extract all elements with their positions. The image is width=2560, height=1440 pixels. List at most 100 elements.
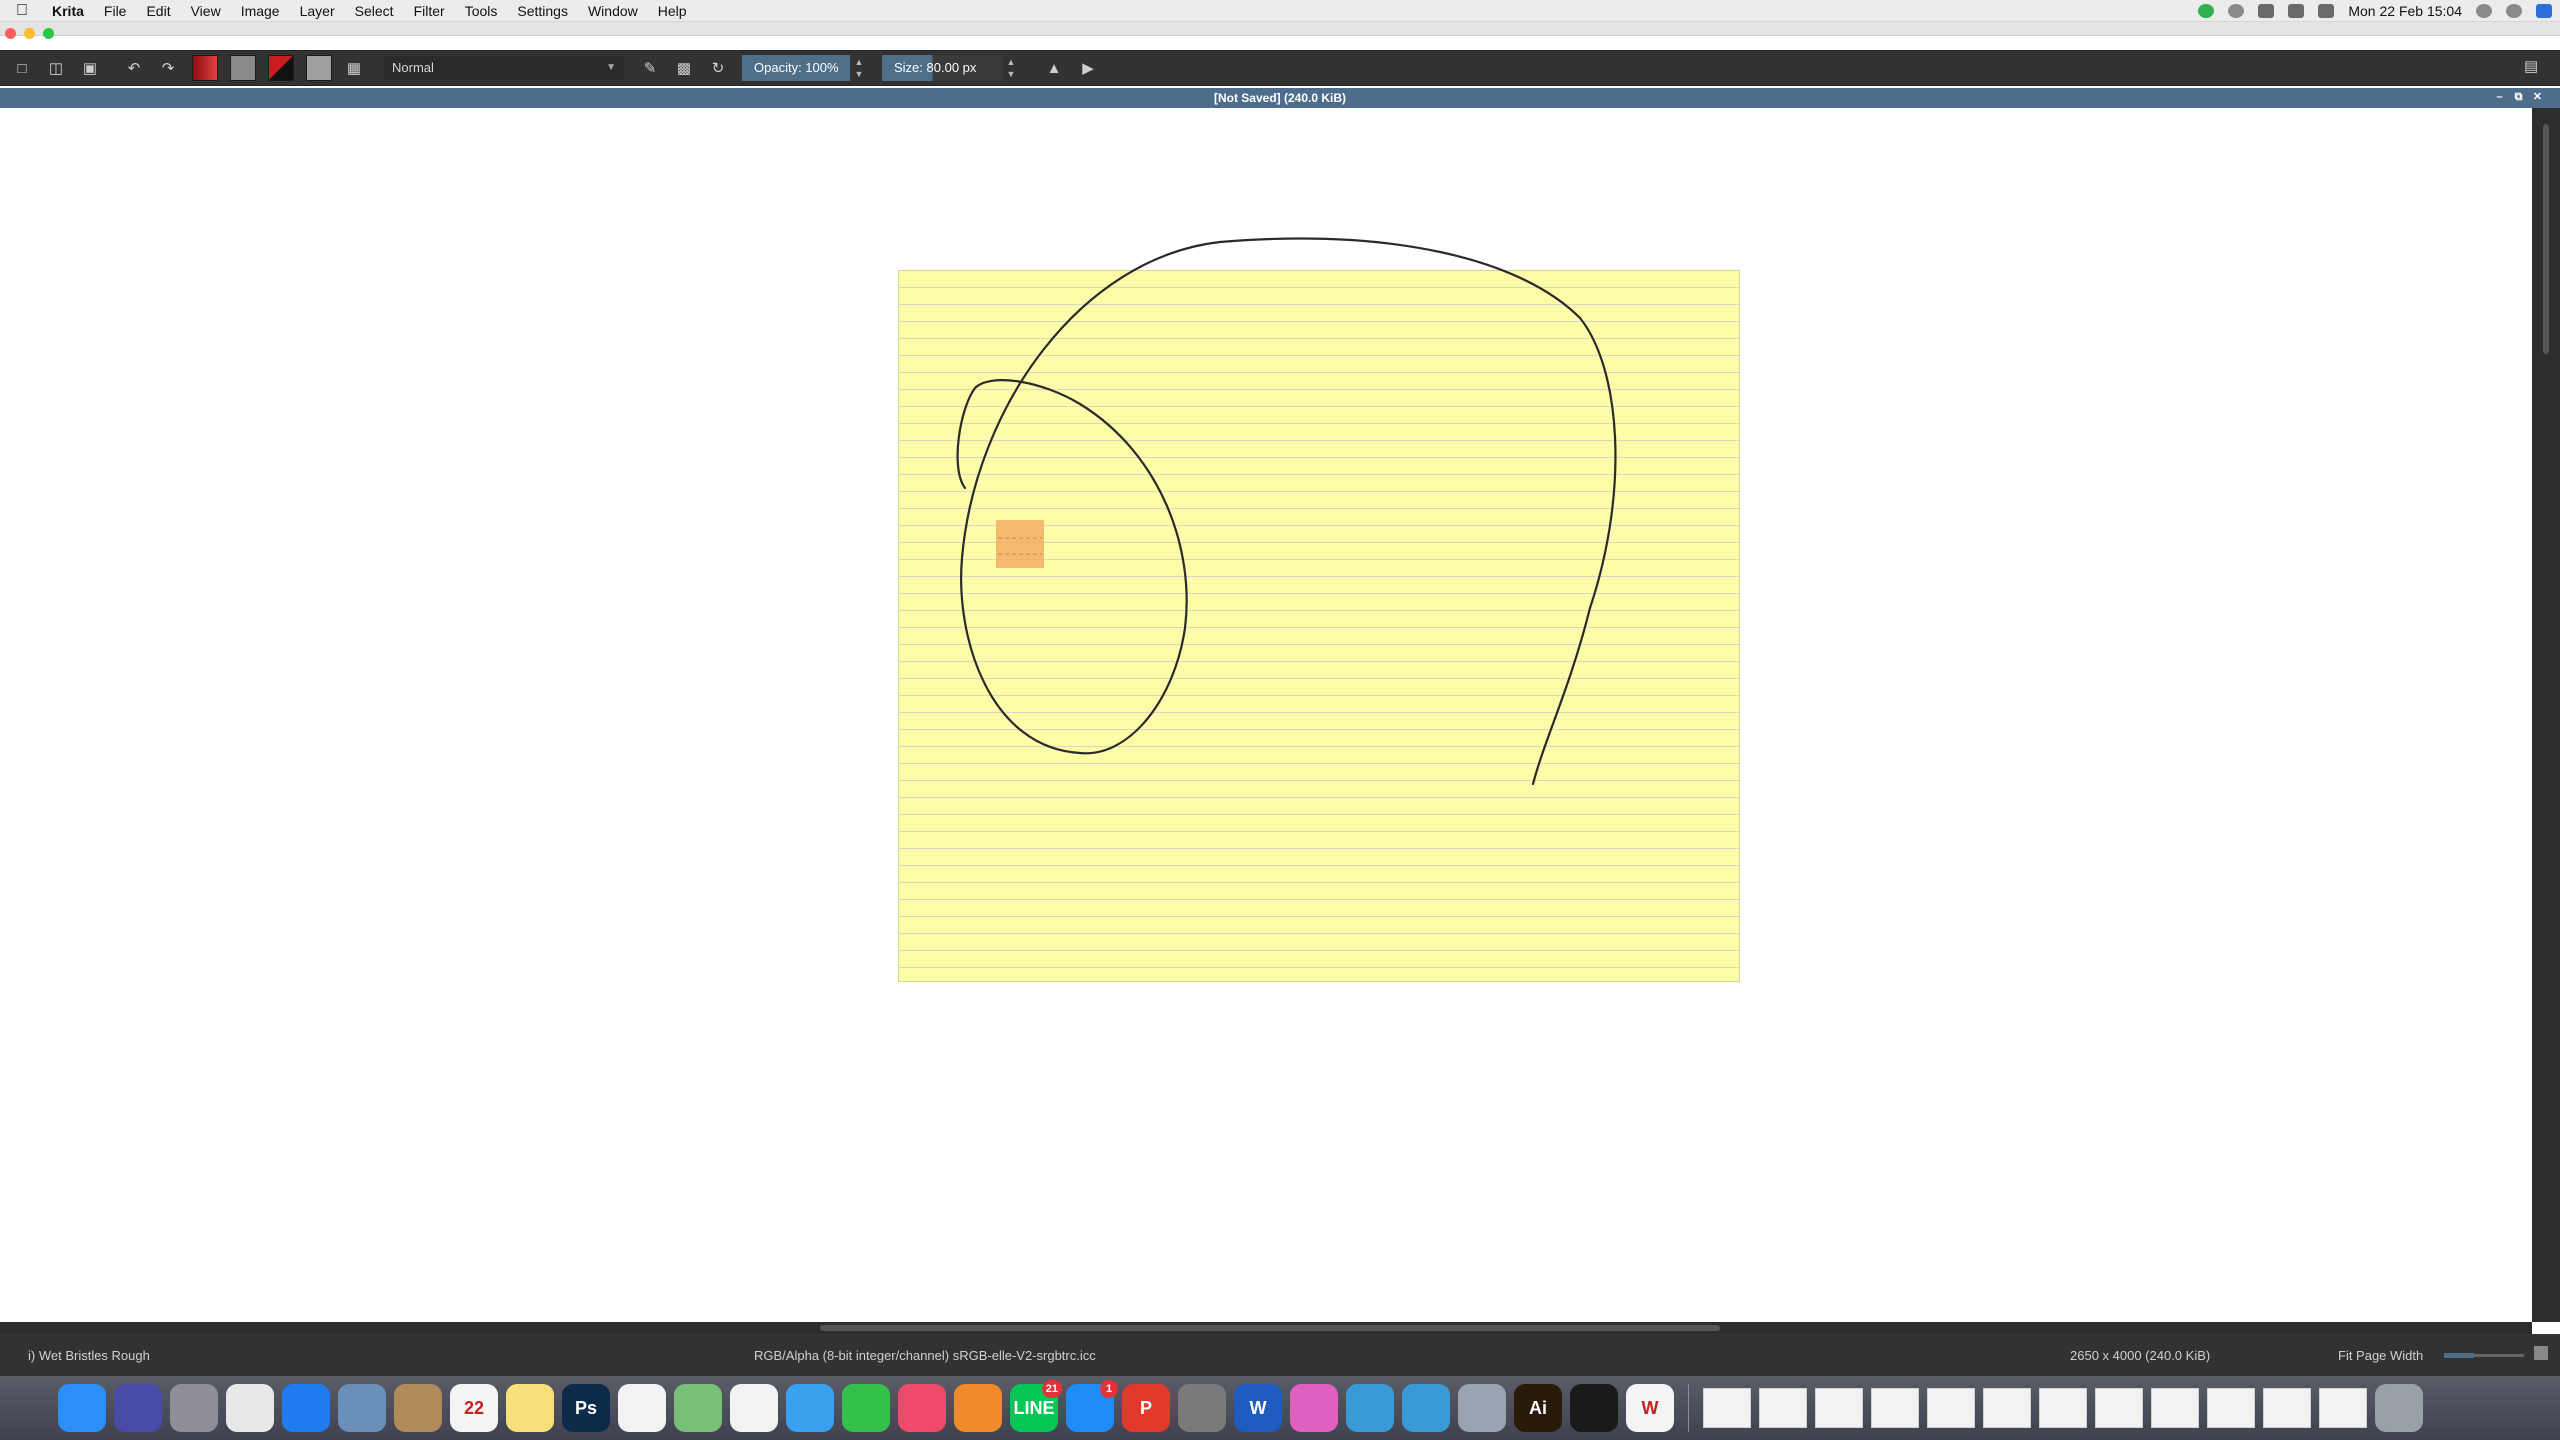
subwindow-restore-icon[interactable]: ⧉ (2512, 91, 2525, 104)
dock-minimized-window[interactable] (1703, 1388, 1751, 1428)
menu-view[interactable]: View (181, 0, 231, 22)
fg-bg-color-swatch[interactable] (268, 55, 294, 81)
dock-minimized-window[interactable] (2207, 1388, 2255, 1428)
horizontal-scroll-thumb[interactable] (820, 1325, 1720, 1331)
brush-presets-grid-icon[interactable]: ▦ (342, 56, 366, 80)
dock-chrome-icon[interactable] (226, 1384, 274, 1432)
dock-contacts-icon[interactable] (394, 1384, 442, 1432)
user-icon[interactable] (2506, 4, 2522, 18)
menu-settings[interactable]: Settings (507, 0, 578, 22)
dock-line-icon[interactable]: LINE 21 (1010, 1380, 1062, 1432)
dock-books-icon[interactable] (954, 1384, 1002, 1432)
reload-preset-icon[interactable]: ↻ (706, 56, 730, 80)
zoom-slider[interactable] (2444, 1353, 2524, 1358)
dock-illustrator-icon[interactable]: Ai (1514, 1384, 1562, 1432)
dock-facetime-icon[interactable] (842, 1384, 890, 1432)
zoom-slider-knob[interactable] (2444, 1353, 2474, 1358)
undo-icon[interactable]: ↶ (122, 56, 146, 80)
wifi-icon[interactable] (2288, 4, 2305, 18)
subwindow-minimize-icon[interactable]: – (2493, 91, 2506, 104)
dock-safari-icon[interactable] (282, 1384, 330, 1432)
canvas-only-toggle-icon[interactable] (2534, 1346, 2548, 1360)
horizontal-scrollbar[interactable] (0, 1322, 2532, 1334)
dock-wps-presentation-icon[interactable]: P (1122, 1384, 1170, 1432)
mirror-horizontal-icon[interactable]: ▲ (1042, 56, 1066, 80)
size-spin-icon[interactable]: ▲ ▼ (1004, 56, 1018, 80)
dock-siri-icon[interactable] (114, 1384, 162, 1432)
new-document-icon[interactable]: □ (10, 56, 34, 80)
dock-maps-icon[interactable] (674, 1384, 722, 1432)
save-document-icon[interactable]: ▣ (78, 56, 102, 80)
dock-music-icon[interactable] (898, 1384, 946, 1432)
menu-edit[interactable]: Edit (136, 0, 180, 22)
opacity-slider[interactable]: Opacity: 100% (742, 55, 850, 81)
blend-mode-select[interactable]: Normal ▼ (384, 56, 624, 80)
dock-image-capture-icon[interactable] (1458, 1384, 1506, 1432)
preserve-alpha-icon[interactable]: ▩ (672, 56, 696, 80)
dock-finder-icon[interactable] (58, 1384, 106, 1432)
dock-reminders-icon[interactable] (618, 1384, 666, 1432)
brush-preset-icon[interactable] (306, 55, 332, 81)
apple-icon[interactable]:  (16, 2, 42, 20)
eraser-mode-icon[interactable]: ✎ (638, 56, 662, 80)
pattern-swatch[interactable] (230, 55, 256, 81)
dockers-menu-icon[interactable]: ▤ (2524, 57, 2546, 79)
dock-system-preferences-icon[interactable] (1178, 1384, 1226, 1432)
menu-help[interactable]: Help (648, 0, 697, 22)
menu-clock[interactable]: Mon 22 Feb 15:04 (2348, 3, 2462, 19)
menu-select[interactable]: Select (345, 0, 404, 22)
zoom-mode[interactable]: Fit Page Width (2338, 1348, 2423, 1363)
redo-icon[interactable]: ↷ (156, 56, 180, 80)
menu-tools[interactable]: Tools (455, 0, 508, 22)
minimize-window-icon[interactable] (24, 28, 35, 39)
dock-preview-icon[interactable] (338, 1384, 386, 1432)
dock-minimized-window[interactable] (1927, 1388, 1975, 1428)
color-profile-info[interactable]: RGB/Alpha (8-bit integer/channel) sRGB-e… (754, 1348, 1096, 1363)
input-source-icon[interactable] (2318, 4, 2335, 18)
dock-acrobat-icon[interactable] (1570, 1384, 1618, 1432)
zoom-window-icon[interactable] (43, 28, 54, 39)
dock-people-icon[interactable] (1346, 1384, 1394, 1432)
close-window-icon[interactable] (5, 28, 16, 39)
dock-photoshop-icon[interactable]: Ps (562, 1384, 610, 1432)
dock-minimized-window[interactable] (2095, 1388, 2143, 1428)
canvas-area[interactable] (0, 108, 2532, 1322)
dock-minimized-window[interactable] (2319, 1388, 2367, 1428)
dock-photos-icon[interactable] (730, 1384, 778, 1432)
menu-window[interactable]: Window (578, 0, 648, 22)
dock-minimized-window[interactable] (1759, 1388, 1807, 1428)
notification-center-icon[interactable] (2536, 4, 2552, 18)
subwindow-close-icon[interactable]: ✕ (2531, 91, 2544, 104)
opacity-spin-icon[interactable]: ▲ ▼ (852, 56, 866, 80)
dock-wps-icon[interactable]: W (1626, 1384, 1674, 1432)
dock-notes-icon[interactable] (506, 1384, 554, 1432)
open-document-icon[interactable]: ◫ (44, 56, 68, 80)
dock-krita-icon[interactable] (1290, 1384, 1338, 1432)
menu-filter[interactable]: Filter (404, 0, 455, 22)
dock-launchpad-icon[interactable] (170, 1384, 218, 1432)
gradient-swatch[interactable] (192, 55, 218, 81)
vertical-scrollbar[interactable] (2532, 108, 2560, 1322)
dock-trash-icon[interactable] (2375, 1384, 2423, 1432)
menu-app-name[interactable]: Krita (42, 0, 94, 22)
line-status-icon[interactable] (2198, 4, 2215, 18)
spotlight-icon[interactable] (2476, 4, 2492, 18)
dock-minimized-window[interactable] (2151, 1388, 2199, 1428)
dock-word-icon[interactable]: W (1234, 1384, 1282, 1432)
dock-calendar-icon[interactable]: 22 (450, 1384, 498, 1432)
size-slider[interactable]: Size: 80.00 px (882, 55, 1002, 81)
vertical-scroll-thumb[interactable] (2543, 124, 2549, 354)
mirror-vertical-icon[interactable]: ▶ (1076, 56, 1100, 80)
creative-cloud-icon[interactable] (2228, 4, 2245, 18)
menu-file[interactable]: File (94, 0, 137, 22)
dock-minimized-window[interactable] (1871, 1388, 1919, 1428)
dock-minimized-window[interactable] (1983, 1388, 2031, 1428)
menu-layer[interactable]: Layer (290, 0, 345, 22)
dock-messages-icon[interactable] (786, 1384, 834, 1432)
dock-app-store-icon[interactable]: 1 (1066, 1380, 1118, 1432)
display-icon[interactable] (2258, 4, 2275, 18)
dock-network-icon[interactable] (1402, 1384, 1450, 1432)
dock-minimized-window[interactable] (1815, 1388, 1863, 1428)
dock-minimized-window[interactable] (2039, 1388, 2087, 1428)
menu-image[interactable]: Image (231, 0, 290, 22)
